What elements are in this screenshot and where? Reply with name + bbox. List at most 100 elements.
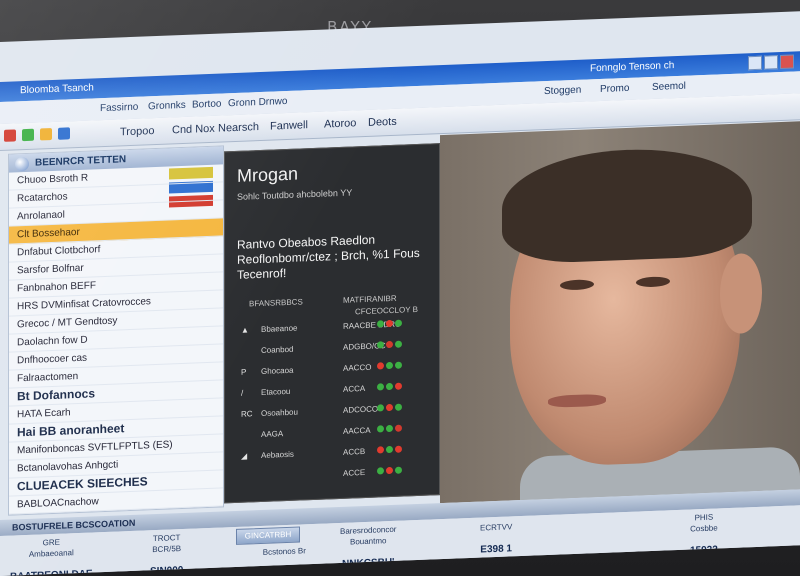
profile-name: Mrogan: [237, 163, 299, 186]
stop-icon[interactable]: [4, 129, 16, 142]
row-label: Aebaosis: [261, 449, 294, 460]
footer-top: [480, 520, 512, 521]
row-status-dots: [377, 382, 404, 392]
status-dot-icon: [377, 467, 384, 475]
status-dot-icon: [377, 404, 384, 412]
minimize-button[interactable]: [748, 55, 762, 71]
status-dot-icon: [377, 362, 384, 370]
row-value: ACCE: [343, 467, 366, 478]
status-dot-icon: [386, 319, 393, 328]
globe-icon: [15, 156, 29, 172]
footer-bottom: E398 1: [480, 543, 512, 556]
menu-item-3[interactable]: Bortoo: [192, 98, 221, 110]
row-value: AACCA: [343, 425, 371, 436]
status-dot-icon: [386, 466, 393, 475]
toolbar-icons: [4, 127, 73, 145]
row-marker-icon: RC: [241, 409, 253, 419]
toolbar-item-6[interactable]: Deots: [368, 116, 397, 129]
video-feed[interactable]: [440, 121, 800, 504]
row-value: ACCB: [343, 446, 366, 457]
status-dot-icon: [395, 361, 402, 369]
toolbar-item-5[interactable]: Atoroo: [324, 117, 356, 130]
menu-right-3[interactable]: Seemol: [652, 81, 686, 93]
status-dot-icon: [386, 424, 393, 433]
toolbar-item-2[interactable]: Cnd Nox: [172, 123, 215, 137]
row-label: AAGA: [261, 429, 284, 439]
status-dot-icon: [386, 361, 393, 370]
row-value: AACCO: [343, 362, 372, 373]
status-dot-icon: [395, 403, 402, 411]
home-icon[interactable]: [58, 127, 71, 140]
person-ear: [720, 252, 762, 335]
status-dot-icon: [377, 320, 384, 328]
menu-right-2[interactable]: Promo: [600, 83, 629, 95]
menu-right-1[interactable]: Stoggen: [544, 85, 581, 97]
status-dot-icon: [386, 445, 393, 454]
sidebar-list: Chuoo Bsroth R Rcatarchos Anrolanaol Clt Bo…: [9, 164, 223, 515]
col-left-header: BFANSRBBCS: [249, 297, 303, 309]
row-status-dots: [377, 403, 404, 413]
footer-top: TROCT: [152, 533, 181, 544]
row-label: Etacoou: [261, 386, 291, 397]
close-button[interactable]: [780, 54, 794, 70]
footer-top: PHIS: [694, 512, 714, 523]
row-value: ACCA: [343, 383, 366, 394]
status-dot-icon: [386, 403, 393, 412]
footer-top: GRE: [42, 537, 60, 548]
profile-columns: BFANSRBBCS MATFIRANIBR CFCEOCCLOY B: [237, 293, 427, 317]
footer-mid: ECRTVV: [480, 522, 513, 533]
status-dot-icon: [377, 341, 384, 349]
go-icon[interactable]: [22, 128, 35, 142]
window-title: Bloomba Tsanch: [20, 82, 94, 97]
row-marker-icon: P: [241, 367, 247, 377]
footer-mid: Bcstonos Br: [262, 546, 306, 557]
footer-mid: Bouantmo: [350, 536, 387, 547]
profile-headline: Rantvo Obeabos Raedlon Reoflonbomr/ctez …: [237, 232, 420, 282]
footer-column: GRE Ambaeoanal BAATREONI DAE: [10, 536, 93, 576]
menu-item-1[interactable]: Fassirno: [100, 102, 138, 114]
status-dot-icon: [377, 383, 384, 391]
person-hair: [502, 145, 752, 265]
toolbar-item-3[interactable]: Nearsch: [218, 121, 259, 135]
profile-rows: ▲ Bbaeanoe RAACBE BDRO Coanbod ADGBO/CC P Ghoc…: [237, 315, 427, 490]
status-dot-icon: [395, 424, 402, 432]
status-dot-icon: [395, 319, 402, 327]
row-status-dots: [377, 424, 404, 434]
menu-item-4[interactable]: Gronn Drnwo: [228, 96, 287, 109]
sidebar-header-label: BEENRCR TETTEN: [35, 154, 127, 169]
row-label: Bbaeanoe: [261, 323, 298, 334]
toolbar-item-4[interactable]: Fanwell: [270, 119, 308, 132]
footer-mid: Ambaeoanal: [28, 548, 74, 559]
screen: Bloomba Tsanch Fonnglo Tenson ch Fassirn…: [0, 11, 800, 576]
footer-top: Baresrodconcor: [340, 524, 397, 536]
row-value: ADCOCO: [343, 404, 379, 415]
footer-mid: BCR/5B: [152, 544, 182, 555]
row-marker-icon: /: [241, 388, 244, 398]
footer-button[interactable]: GINCATRBH: [236, 526, 300, 545]
profile-panel: Mrogan Sohlc Toutdbo ahcbolebn YY Rantvo…: [224, 143, 440, 504]
star-icon[interactable]: [40, 127, 53, 141]
col-right-header: MATFIRANIBR: [343, 293, 397, 305]
row-status-dots: [377, 466, 404, 476]
status-dot-icon: [377, 446, 384, 454]
status-strip-label: BOSTUFRELE BCSCOATION: [12, 517, 136, 533]
row-status-dots: [377, 319, 404, 329]
profile-subtitle: Sohlc Toutdbo ahcbolebn YY: [237, 187, 353, 202]
status-dot-icon: [395, 382, 402, 390]
maximize-button[interactable]: [764, 55, 778, 70]
row-status-dots: [377, 340, 404, 350]
menu-item-2[interactable]: Gronnks: [148, 100, 186, 112]
footer-column: ECRTVV E398 1: [480, 520, 512, 555]
row-label: Osoahbou: [261, 407, 298, 418]
window-title-right: Fonnglo Tenson ch: [590, 60, 675, 75]
status-dot-icon: [377, 425, 384, 433]
status-dot-icon: [386, 382, 393, 391]
sidebar: BEENRCR TETTEN Chuoo Bsroth R Rcatarchos A…: [8, 145, 224, 516]
row-label: Coanbod: [261, 344, 294, 355]
toolbar-item-1[interactable]: Tropoo: [120, 125, 154, 138]
row-marker-icon: ◢: [241, 451, 248, 461]
status-dot-icon: [395, 445, 402, 453]
status-dot-icon: [395, 340, 402, 348]
row-label: Ghocaoa: [261, 365, 294, 376]
status-dot-icon: [395, 466, 402, 474]
